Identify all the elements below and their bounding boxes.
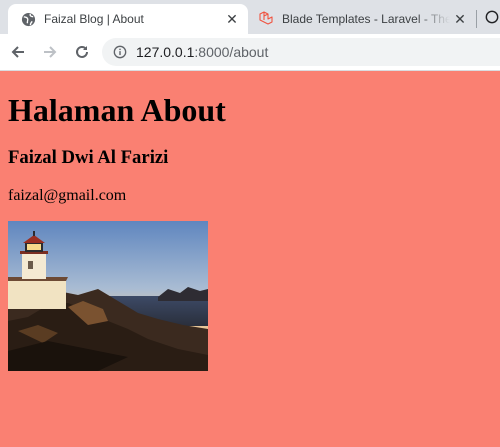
forward-button[interactable] bbox=[36, 38, 64, 66]
tab-faizal-blog[interactable]: Faizal Blog | About ✕ bbox=[8, 4, 248, 34]
laravel-icon bbox=[258, 11, 274, 27]
url-host: 127.0.0.1 bbox=[136, 44, 195, 60]
tab-separator bbox=[476, 10, 477, 28]
back-button[interactable] bbox=[4, 38, 32, 66]
tab-title: Faizal Blog | About bbox=[44, 12, 144, 26]
reload-icon bbox=[76, 45, 88, 58]
toolbar: 127.0.0.1:8000/about bbox=[0, 34, 500, 70]
page-title: Halaman About bbox=[8, 92, 226, 128]
reload-button[interactable] bbox=[68, 38, 96, 66]
page-content: Halaman About Faizal Dwi Al Farizi faiza… bbox=[0, 92, 500, 371]
tab-strip: Faizal Blog | About ✕ Blade Templates - … bbox=[0, 0, 500, 34]
address-bar[interactable]: 127.0.0.1:8000/about bbox=[102, 38, 500, 66]
browser-chrome: Faizal Blog | About ✕ Blade Templates - … bbox=[0, 0, 500, 71]
info-icon[interactable] bbox=[112, 44, 128, 60]
back-arrow-icon bbox=[11, 46, 24, 58]
lighthouse-image bbox=[8, 221, 208, 371]
url-path: :8000/about bbox=[194, 44, 269, 60]
tab-blade-templates[interactable]: Blade Templates - Laravel - The PHP Fram… bbox=[248, 4, 476, 34]
close-tab-icon[interactable]: ✕ bbox=[222, 9, 242, 29]
globe-icon bbox=[20, 11, 36, 27]
toolbar-divider bbox=[0, 70, 500, 71]
github-icon[interactable] bbox=[484, 8, 500, 26]
forward-arrow-icon bbox=[44, 46, 57, 58]
close-tab-icon[interactable]: ✕ bbox=[450, 9, 470, 29]
author-name: Faizal Dwi Al Farizi bbox=[8, 147, 169, 168]
author-email: faizal@gmail.com bbox=[8, 187, 127, 204]
tab-title: Blade Templates - Laravel - The PHP Fram… bbox=[282, 12, 450, 26]
